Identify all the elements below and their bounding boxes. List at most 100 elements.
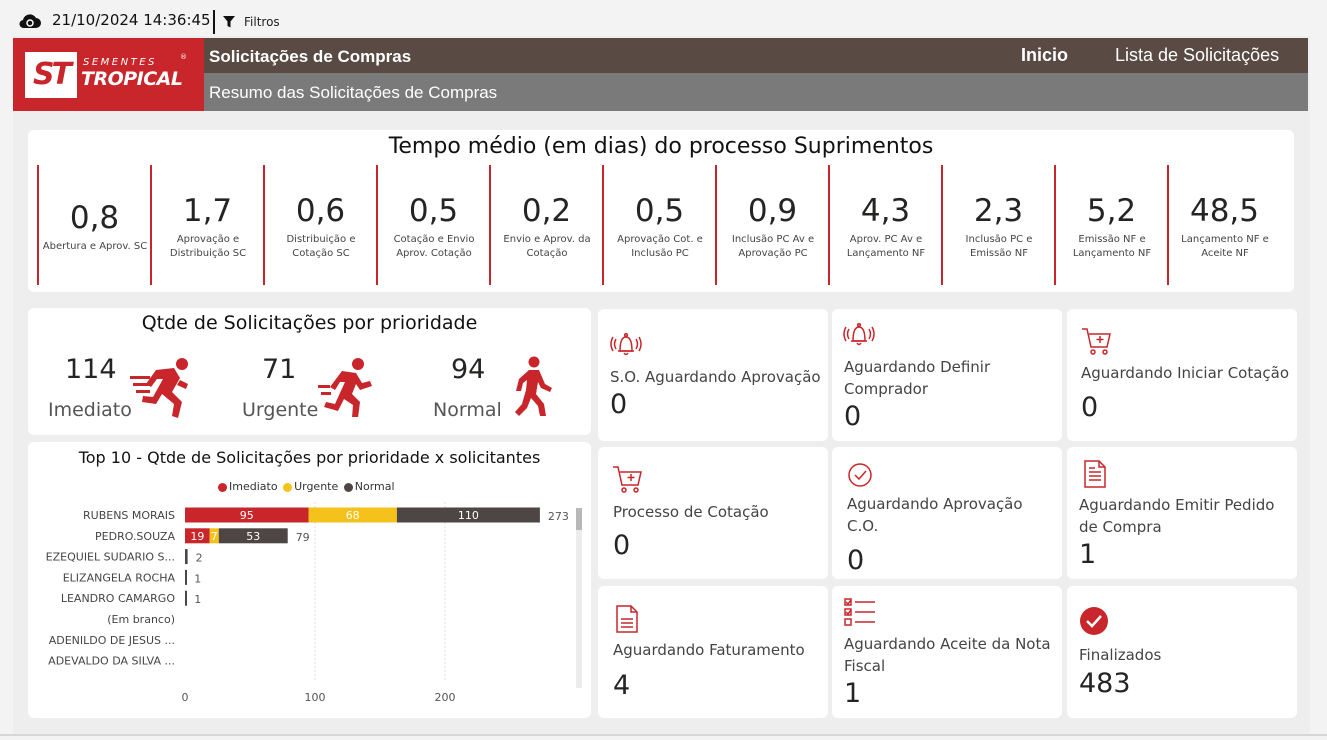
tile-label: Aguardando Definir Comprador	[844, 358, 991, 398]
normal-label: Normal	[433, 399, 502, 421]
kpi-label: Emissão NF e Lançamento NF	[1072, 234, 1152, 259]
tile-aguardando-iniciar-cotacao[interactable]: Aguardando Iniciar Cotação 0	[1067, 309, 1297, 441]
tile-value: 0	[1081, 392, 1099, 423]
data-label: 95	[240, 509, 254, 522]
prioridade-card: Qtde de Solicitações por prioridade 114 …	[28, 308, 591, 435]
alarm-bell-icon	[843, 322, 875, 346]
company-logo: ST SEMENTES TROPICAL ®	[13, 38, 204, 111]
kpi-abertura: 0,8 Abertura e Aprov. SC	[37, 165, 150, 285]
legend-dot	[343, 482, 353, 492]
urgente-count: 71	[262, 354, 297, 385]
total-label: 2	[196, 552, 203, 565]
header-title-bar: Solicitações de Compras Inicio Lista de …	[204, 38, 1308, 73]
category-label: (Em branco)	[107, 613, 175, 626]
chart-legend: Imediato Urgente Normal	[218, 480, 397, 493]
tile-so-aguardando-aprovacao[interactable]: S.O. Aguardando Aprovação 0	[598, 309, 828, 441]
x-tick-label: 200	[435, 691, 456, 704]
toolbar-divider	[213, 10, 215, 34]
logo-registered: ®	[180, 53, 187, 61]
total-label: 79	[296, 531, 310, 544]
imediato-count: 114	[65, 354, 117, 385]
x-tick-label: 100	[305, 691, 326, 704]
top10-chart-card: Top 10 - Qtde de Solicitações por priori…	[28, 442, 591, 718]
tile-value: 0	[844, 401, 862, 432]
nav-lista-solicitacoes-link[interactable]: Lista de Solicitações	[1115, 45, 1279, 66]
kpi-value: 0,2	[521, 193, 572, 229]
tile-aguardando-emitir-pedido[interactable]: Aguardando Emitir Pedido de Compra 1	[1067, 447, 1297, 579]
report-header: ST SEMENTES TROPICAL ® Solicitações de C…	[13, 38, 1308, 111]
chart-title: Top 10 - Qtde de Solicitações por priori…	[78, 448, 541, 467]
tile-aguardando-faturamento[interactable]: Aguardando Faturamento 4	[598, 586, 828, 718]
nav-inicio-link[interactable]: Inicio	[1021, 45, 1068, 66]
shopping-cart-add-icon	[613, 466, 642, 493]
kpi-label: Distribuição e Cotação SC	[286, 234, 356, 259]
tile-label: S.O. Aguardando Aprovação	[610, 368, 821, 386]
page-title: Solicitações de Compras	[209, 47, 412, 66]
category-label: ADEVALDO DA SILVA ...	[48, 655, 175, 668]
kpi-label: Cotação e Envio Aprov. Cotação	[393, 234, 475, 259]
check-circle-icon	[848, 463, 872, 487]
normal-count: 94	[451, 354, 486, 385]
legend-label: Imediato	[229, 480, 278, 493]
tile-aguardando-aprovacao-co[interactable]: Aguardando Aprovação C.O. 0	[832, 447, 1062, 579]
logo-mark: ST	[25, 52, 77, 98]
running-person-icon	[318, 358, 372, 417]
data-label: 53	[246, 530, 260, 543]
tile-value: 0	[613, 530, 631, 561]
tile-finalizados[interactable]: Finalizados 483	[1067, 586, 1297, 718]
tile-value: 0	[610, 389, 628, 420]
alarm-bell-icon	[610, 332, 642, 356]
kpi-label: Aprov. PC Av e Lançamento NF	[846, 234, 926, 259]
logo-line2: TROPICAL	[81, 68, 183, 90]
legend-label: Urgente	[294, 480, 339, 493]
stacked-bar-chart: 0 100 200 RUBENS MORAIS 95 68 110 273 PEDRO.SOUZ…	[46, 502, 582, 704]
bottom-border	[0, 734, 1327, 736]
total-label: 1	[194, 593, 201, 606]
refresh-datetime: 21/10/2024 14:36:45	[52, 11, 211, 29]
tile-processo-cotacao[interactable]: Processo de Cotação 0	[598, 447, 828, 579]
legend-normal[interactable]: Normal	[343, 480, 395, 493]
tile-label: Finalizados	[1079, 646, 1162, 664]
kpi-cotacao-envio: 0,5 Cotação e Envio Aprov. Cotação	[376, 165, 489, 285]
cloud-refresh-icon[interactable]	[18, 12, 42, 30]
kpi-value: 0,9	[747, 193, 798, 229]
page-subtitle: Resumo das Solicitações de Compras	[209, 83, 498, 102]
tile-aguardando-definir-comprador[interactable]: Aguardando Definir Comprador 0	[832, 309, 1062, 441]
tile-label: Aguardando Aprovação C.O.	[847, 495, 1023, 535]
kpi-envio-aprov-cotacao: 0,2 Envio e Aprov. da Cotação	[489, 165, 602, 285]
kpi-label: Lançamento NF e Aceite NF	[1181, 234, 1269, 259]
legend-urgente[interactable]: Urgente	[283, 480, 338, 493]
top-toolbar: 21/10/2024 14:36:45 Filtros	[0, 0, 1327, 36]
tile-value: 0	[847, 545, 865, 576]
data-label: 110	[458, 509, 479, 522]
kpi-aprovacao-cot-inclusao: 0,5 Aprovação Cot. e Inclusão PC	[602, 165, 715, 285]
category-label: EZEQUIEL SUDARIO S...	[46, 551, 175, 564]
x-tick-label: 0	[182, 691, 189, 704]
bar-segment-normal[interactable]	[185, 569, 187, 585]
document-icon	[1084, 460, 1106, 488]
category-label: RUBENS MORAIS	[83, 509, 175, 522]
bar-segment-normal[interactable]	[185, 549, 188, 565]
category-label: ELIZANGELA ROCHA	[63, 571, 176, 584]
filters-button[interactable]: Filtros	[244, 15, 280, 29]
chart-scrollbar-track[interactable]	[576, 508, 582, 688]
chart-scrollbar-thumb[interactable]	[576, 508, 582, 530]
data-label: 7	[211, 530, 218, 543]
bar-segment-normal[interactable]	[185, 590, 187, 606]
tempo-medio-card: Tempo médio (em dias) do processo Suprim…	[28, 130, 1294, 292]
kpi-value: 4,3	[860, 193, 911, 229]
check-filled-circle-icon	[1080, 607, 1108, 635]
tile-label: Aguardando Emitir Pedido de Compra	[1079, 496, 1275, 536]
tile-value: 4	[613, 670, 631, 701]
walking-person-icon	[515, 356, 552, 416]
tile-aguardando-aceite-nf[interactable]: Aguardando Aceite da Nota Fiscal 1	[832, 586, 1062, 718]
tile-label: Aguardando Aceite da Nota Fiscal	[844, 635, 1051, 675]
kpi-value: 48,5	[1189, 193, 1260, 229]
filter-icon[interactable]	[222, 15, 236, 29]
category-label: PEDRO.SOUZA	[95, 530, 175, 543]
legend-dot	[218, 482, 227, 492]
logo-line1: SEMENTES	[83, 57, 157, 68]
legend-imediato[interactable]: Imediato	[218, 480, 278, 493]
document-icon	[616, 605, 638, 633]
legend-label: Normal	[354, 480, 395, 493]
